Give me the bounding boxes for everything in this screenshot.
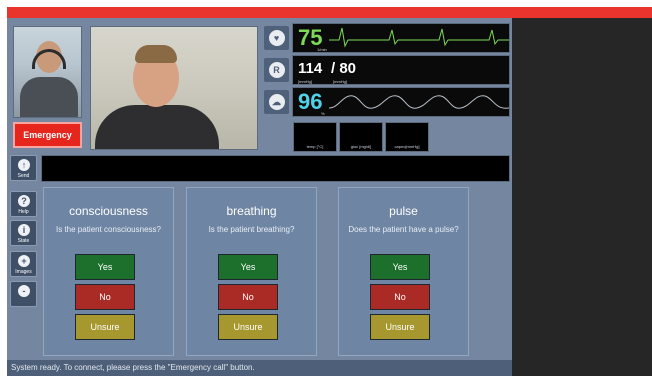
consciousness-yes-button[interactable]: Yes [75,254,135,280]
pulse-no-button[interactable]: No [370,284,430,310]
panel-title: pulse [389,204,418,218]
panel-title: consciousness [69,204,148,218]
blood-pressure-row: R 114 / 80 [mmHg] [mmHg] [262,55,510,85]
caller-video-thumbnail [13,26,82,118]
send-button[interactable]: ↑ Send [10,155,37,181]
spo2-display: 96 % [292,87,510,117]
glucose-label: gluc [mg/dl] [350,144,372,149]
breathing-panel: breathing Is the patient breathing? Yes … [186,187,317,356]
bp-systolic: 114 [298,60,323,77]
add-icon: + [18,255,30,267]
blood-pressure-display: 114 / 80 [mmHg] [mmHg] [292,55,510,85]
emergency-button[interactable]: Emergency [13,122,82,148]
heart-icon: ♥ [268,30,285,46]
images-button[interactable]: + Images [10,251,37,277]
help-icon: ? [18,195,30,207]
bp-button[interactable]: R [264,58,289,82]
caller-body [20,77,78,117]
spo2-value: 96 [298,89,323,114]
spo2-unit: % [321,111,325,116]
heart-button[interactable]: ♥ [264,26,289,50]
pleth-waveform [329,95,509,109]
patient-video [90,26,258,150]
heart-rate-display: 75 1/min [292,23,510,53]
status-bar: System ready. To connect, please press t… [7,360,512,376]
send-label: Send [17,173,30,179]
minus-icon: - [18,285,30,297]
patient-hair [135,45,177,63]
images-label: Images [15,269,32,275]
capnography-display: capno[mmHg] [385,122,429,152]
bp-unit-diastolic: [mmHg] [333,79,347,84]
bp-icon: R [268,62,285,78]
heart-rate-row: ♥ 75 1/min [262,23,510,53]
side-panel [512,18,652,376]
bp-unit-systolic: [mmHg] [298,79,312,84]
breathing-unsure-button[interactable]: Unsure [218,314,278,340]
consciousness-no-button[interactable]: No [75,284,135,310]
lungs-icon: ☁ [268,94,285,110]
heart-rate-unit: 1/min [317,47,327,52]
panel-question: Is the patient breathing? [208,225,295,234]
consciousness-panel: consciousness Is the patient consciousne… [43,187,174,356]
capnography-label: capno[mmHg] [394,144,420,149]
panel-title: breathing [226,204,277,218]
panel-question: Is the patient consciousness? [56,225,161,234]
consciousness-unsure-button[interactable]: Unsure [75,314,135,340]
state-button[interactable]: i State [10,220,37,246]
help-button[interactable]: ? Help [10,191,37,217]
bp-diastolic: / 80 [331,60,357,77]
message-input[interactable] [41,155,510,182]
temperature-display: temp [°C] [293,122,337,152]
state-label: State [17,238,30,244]
help-label: Help [18,209,29,215]
temperature-label: temp [°C] [306,144,324,149]
send-icon: ↑ [18,159,30,171]
ecg-waveform [329,27,509,48]
breathing-yes-button[interactable]: Yes [218,254,278,280]
panel-question: Does the patient have a pulse? [348,225,459,234]
pulse-panel: pulse Does the patient have a pulse? Yes… [338,187,469,356]
breathing-no-button[interactable]: No [218,284,278,310]
info-icon: i [18,224,30,236]
collapse-button[interactable]: - [10,281,37,307]
pulse-yes-button[interactable]: Yes [370,254,430,280]
title-bar [7,7,652,18]
glucose-display: gluc [mg/dl] [339,122,383,152]
patient-body [95,105,219,149]
spo2-row: ☁ 96 % [262,87,510,117]
pulse-unsure-button[interactable]: Unsure [370,314,430,340]
spo2-button[interactable]: ☁ [264,90,289,114]
